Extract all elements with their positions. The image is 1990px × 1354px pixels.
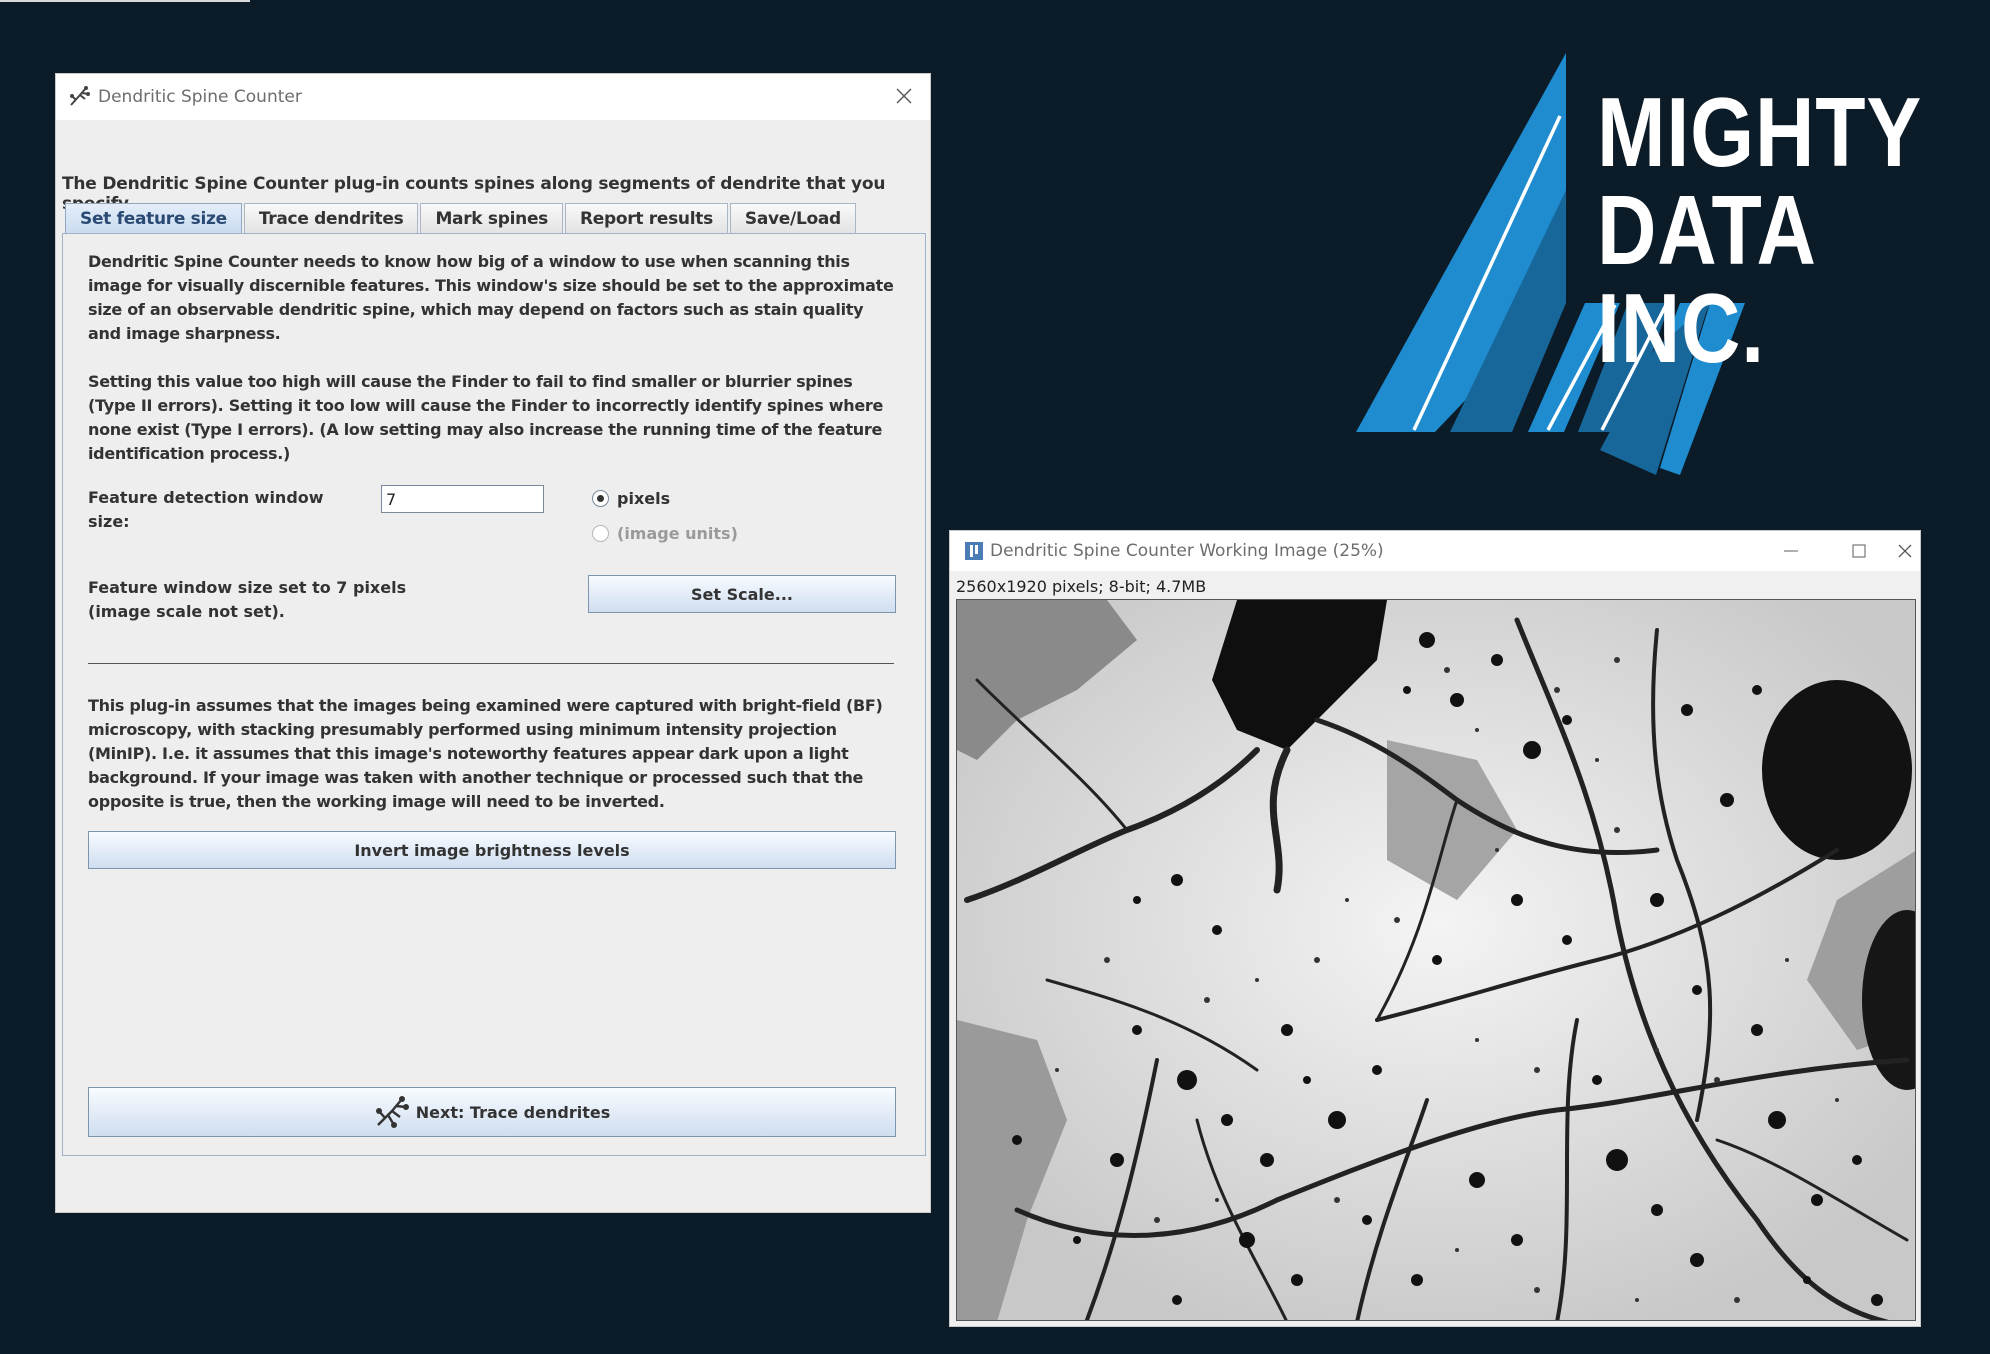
image-info: 2560x1920 pixels; 8-bit; 4.7MB xyxy=(956,577,1207,596)
logo-line-2: DATA INC. xyxy=(1597,175,1814,383)
divider xyxy=(88,663,894,664)
next-button-label: Next: Trace dendrites xyxy=(415,1102,611,1122)
tab-bar: Set feature size Trace dendrites Mark sp… xyxy=(65,203,856,234)
feature-size-status: Feature window size set to 7 pixels xyxy=(88,578,407,597)
next-trace-dendrites-button[interactable]: Next: Trace dendrites xyxy=(88,1087,896,1137)
plugin-window-title: Dendritic Spine Counter xyxy=(98,87,302,107)
brightfield-assumption-paragraph: This plug-in assumes that the images bei… xyxy=(88,696,883,811)
close-icon[interactable] xyxy=(892,84,916,108)
microscopy-image[interactable] xyxy=(956,599,1916,1321)
working-image-window: Dendritic Spine Counter Working Image (2… xyxy=(949,530,1921,1327)
radio-pixels[interactable]: pixels xyxy=(592,489,670,508)
close-icon[interactable] xyxy=(1890,537,1920,565)
radio-image-units-label: (image units) xyxy=(617,524,738,543)
top-edge-strip xyxy=(0,0,250,2)
plugin-window: Dendritic Spine Counter The Dendritic Sp… xyxy=(55,73,931,1213)
feature-window-label: Feature detection window size: xyxy=(88,488,324,531)
warning-paragraph: Setting this value too high will cause t… xyxy=(88,372,884,463)
spine-counter-app-icon xyxy=(68,85,92,109)
radio-pixels-label: pixels xyxy=(617,489,671,508)
radio-image-units-dot xyxy=(592,525,609,542)
tab-panel-set-feature-size: Dendritic Spine Counter needs to know ho… xyxy=(62,233,926,1156)
maximize-icon[interactable] xyxy=(1844,537,1874,565)
imagej-icon xyxy=(964,541,984,561)
minimize-icon[interactable] xyxy=(1776,537,1806,565)
image-window-titlebar[interactable]: Dendritic Spine Counter Working Image (2… xyxy=(950,531,1920,571)
invert-brightness-button[interactable]: Invert image brightness levels xyxy=(88,831,896,869)
mighty-data-logo: MIGHTY DATA INC. xyxy=(1350,50,1940,480)
radio-pixels-dot xyxy=(592,490,609,507)
tab-report-results[interactable]: Report results xyxy=(565,203,728,233)
tab-mark-spines[interactable]: Mark spines xyxy=(420,203,563,233)
tab-trace-dendrites[interactable]: Trace dendrites xyxy=(243,203,419,233)
logo-wordmark: MIGHTY DATA INC. xyxy=(1597,83,1922,377)
plugin-titlebar[interactable]: Dendritic Spine Counter xyxy=(56,74,930,120)
spine-counter-icon xyxy=(374,1095,410,1129)
radio-image-units[interactable]: (image units) xyxy=(592,524,738,543)
logo-line-1: MIGHTY xyxy=(1597,77,1923,187)
description-paragraph: Dendritic Spine Counter needs to know ho… xyxy=(88,252,894,343)
tab-set-feature-size[interactable]: Set feature size xyxy=(65,203,242,234)
feature-window-size-input[interactable] xyxy=(381,485,544,513)
set-scale-button[interactable]: Set Scale... xyxy=(588,575,896,613)
scale-status: (image scale not set). xyxy=(88,602,285,621)
tab-save-load[interactable]: Save/Load xyxy=(729,203,856,233)
image-window-title: Dendritic Spine Counter Working Image (2… xyxy=(990,541,1384,561)
dendrite-micrograph xyxy=(957,600,1915,1320)
